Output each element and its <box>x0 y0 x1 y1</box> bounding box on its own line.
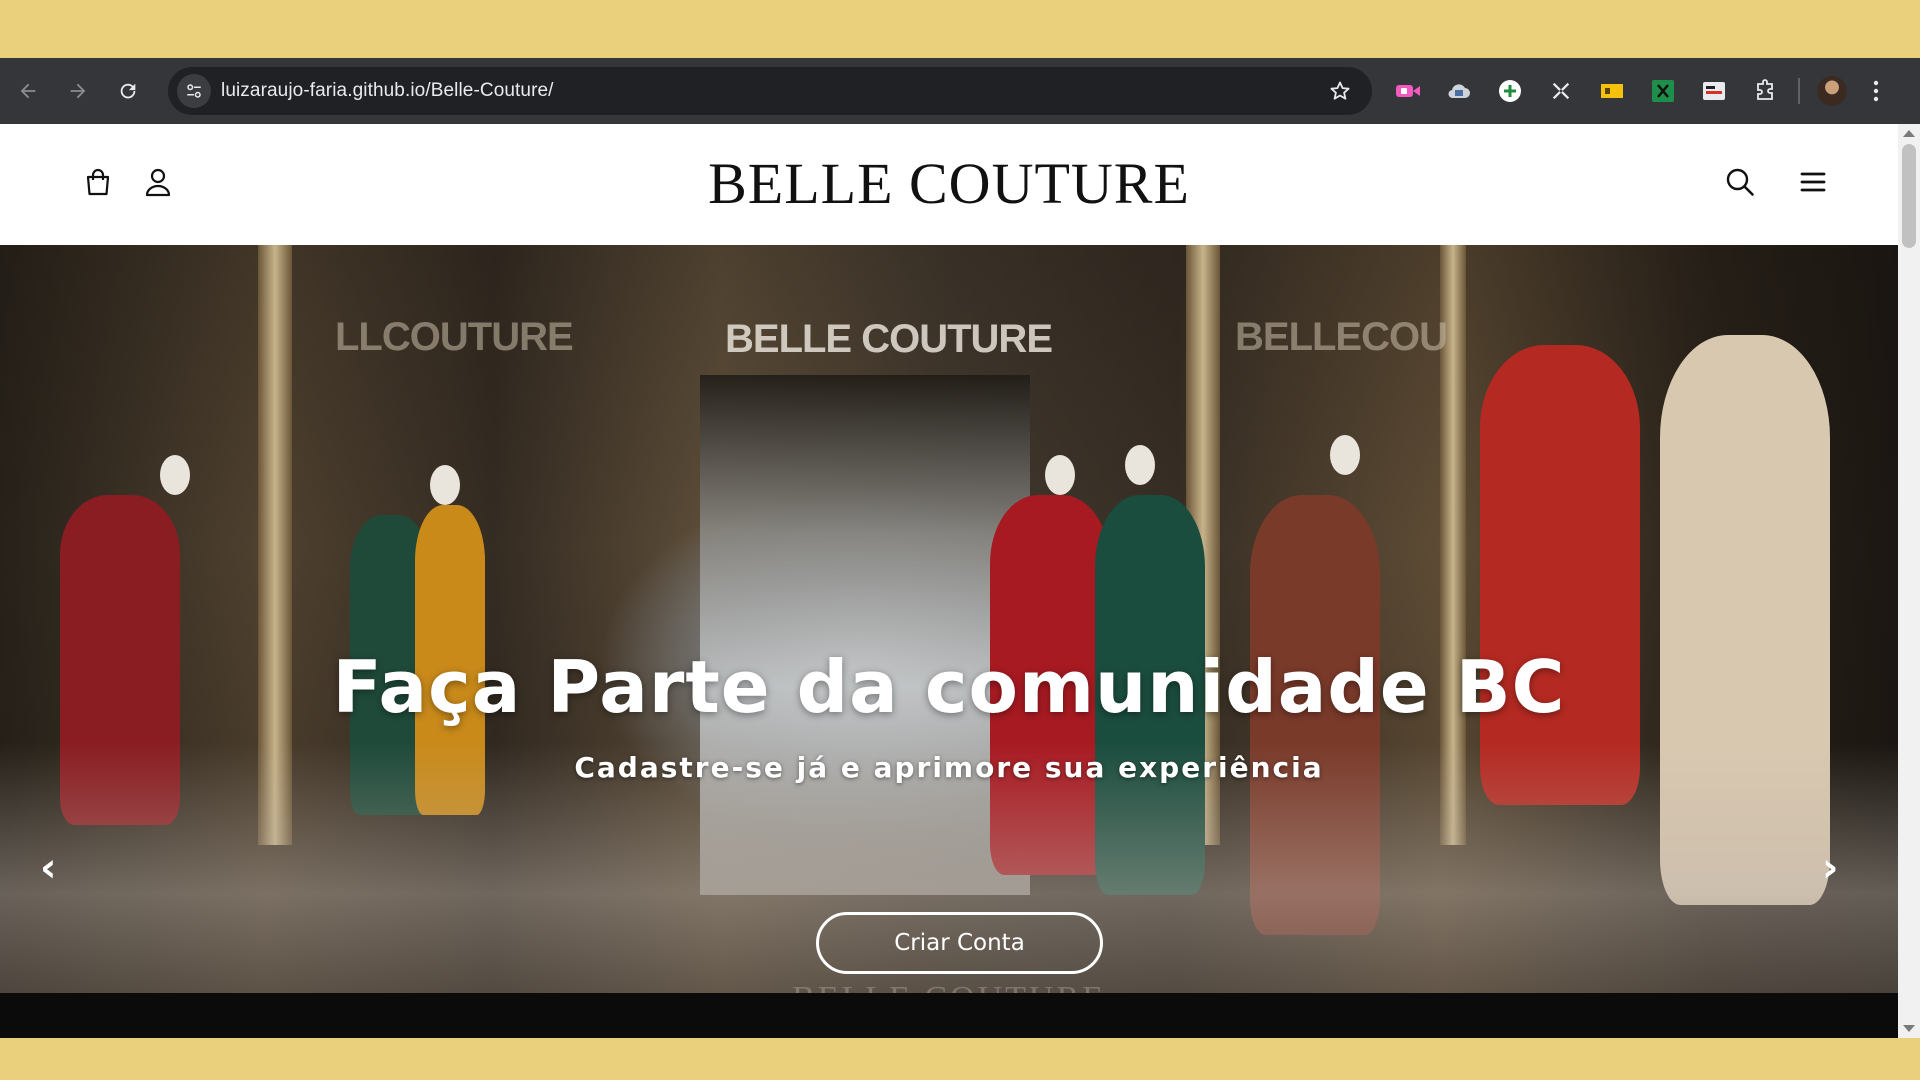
hero-carousel: BELLE COUTURE LLCOUTURE BELLECOU Faça Pa… <box>0 245 1898 993</box>
create-account-button[interactable]: Criar Conta <box>816 912 1103 974</box>
hero-title: Faça Parte da comunidade BC <box>332 645 1566 729</box>
scroll-thumb[interactable] <box>1902 144 1916 248</box>
arrow-left-icon <box>20 83 36 99</box>
site-header: BELLE COUTURE <box>0 124 1898 245</box>
carousel-next-arrow[interactable]: › <box>1822 845 1838 891</box>
hamburger-menu-icon <box>1800 172 1826 192</box>
store-sign-center: BELLE COUTURE <box>725 317 1053 361</box>
avatar <box>1817 76 1847 106</box>
reload-button[interactable] <box>106 69 150 113</box>
video-extension-icon[interactable] <box>1386 69 1430 113</box>
address-bar[interactable]: luizaraujo-faria.github.io/Belle-Couture… <box>168 67 1372 115</box>
menu-button[interactable] <box>1795 164 1831 200</box>
store-sign-left: LLCOUTURE <box>335 315 574 359</box>
forward-button[interactable] <box>56 69 100 113</box>
scroll-down-icon[interactable] <box>1903 1025 1915 1032</box>
more-vert-icon <box>1873 80 1879 102</box>
browser-toolbar: luizaraujo-faria.github.io/Belle-Couture… <box>0 58 1920 124</box>
search-button[interactable] <box>1722 164 1758 200</box>
page-scrollbar[interactable] <box>1898 124 1920 1038</box>
scroll-up-icon[interactable] <box>1903 130 1915 137</box>
extensions-bar <box>1386 69 1891 113</box>
bookmark-star-icon[interactable] <box>1328 79 1352 103</box>
reload-icon <box>120 83 136 99</box>
browser-window: luizaraujo-faria.github.io/Belle-Couture… <box>0 58 1920 1038</box>
search-icon <box>1726 168 1754 196</box>
cloud-extension-icon[interactable] <box>1437 69 1481 113</box>
puzzle-extensions-icon[interactable] <box>1743 69 1787 113</box>
store-sign-right: BELLECOU <box>1235 315 1448 359</box>
hero-subtitle: Cadastre-se já e aprimore sua experiênci… <box>574 751 1324 784</box>
arrow-right-icon <box>70 83 86 99</box>
site-settings-icon[interactable] <box>177 74 211 108</box>
toolbar-separator <box>1798 78 1800 104</box>
back-button[interactable] <box>6 69 50 113</box>
next-section-strip <box>0 993 1898 1038</box>
browser-menu-button[interactable] <box>1861 69 1891 113</box>
url-text[interactable]: luizaraujo-faria.github.io/Belle-Couture… <box>221 80 554 102</box>
fullscreen-extension-icon[interactable] <box>1539 69 1583 113</box>
subtitles-extension-icon[interactable] <box>1692 69 1736 113</box>
page-viewport: BELLE COUTURE BELLE COUTURE LLCOUTURE BE… <box>0 124 1898 1038</box>
yellow-tag-extension-icon[interactable] <box>1590 69 1634 113</box>
add-circle-extension-icon[interactable] <box>1488 69 1532 113</box>
carousel-prev-arrow[interactable]: ‹ <box>40 845 56 891</box>
hero-watermark: BELLE COUTURE <box>0 980 1898 993</box>
brand-logo[interactable]: BELLE COUTURE <box>0 150 1898 217</box>
excel-extension-icon[interactable] <box>1641 69 1685 113</box>
profile-avatar[interactable] <box>1810 69 1854 113</box>
